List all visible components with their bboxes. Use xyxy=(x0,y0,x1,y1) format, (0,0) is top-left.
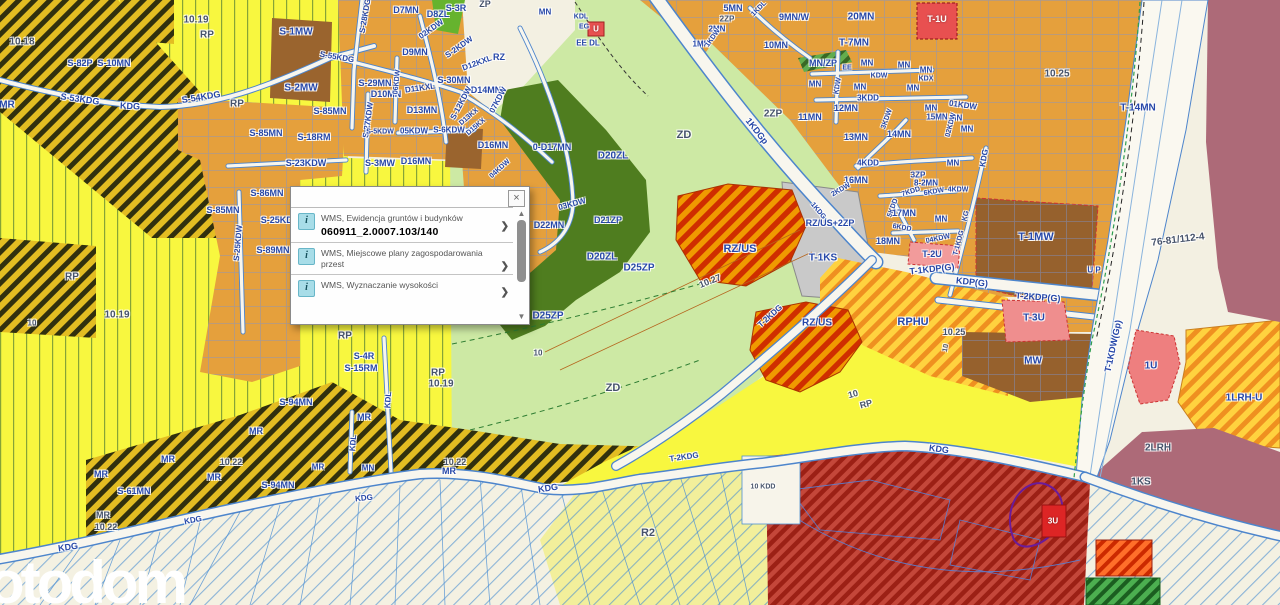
zoning-map-canvas[interactable] xyxy=(0,0,1280,605)
wms-layer-label: WMS, Wyznaczanie wysokości xyxy=(321,280,438,291)
scroll-thumb[interactable] xyxy=(517,220,526,282)
info-icon: i xyxy=(298,248,315,265)
close-icon[interactable]: × xyxy=(508,190,525,207)
wms-layer-row-ewidencja[interactable]: i WMS, Ewidencja gruntów i budynków 0609… xyxy=(291,208,513,243)
wms-layer-row-wysokosci[interactable]: i WMS, Wyznaczanie wysokości ❯ xyxy=(291,275,513,301)
map-viewport[interactable]: 10.1810.19RPS-82PS-10MNS-1MWS-2MWMRS-53K… xyxy=(0,0,1280,605)
zone-hatch-midleft xyxy=(0,238,96,338)
parcel-t1u xyxy=(917,3,957,39)
parcel-u xyxy=(588,22,604,36)
zone-orange-square xyxy=(1096,540,1152,576)
chevron-right-icon[interactable]: ❯ xyxy=(501,221,509,232)
wms-layer-list: i WMS, Ewidencja gruntów i budynków 0609… xyxy=(291,207,513,324)
chevron-right-icon[interactable]: ❯ xyxy=(501,261,509,272)
parcel-id: 060911_2.0007.103/140 xyxy=(321,226,463,238)
row-text: WMS, Miejscowe plany zagospodarowania pr… xyxy=(321,248,497,270)
info-icon: i xyxy=(298,280,315,297)
popup-scrollbar[interactable]: ▲ ▼ xyxy=(515,209,528,321)
wms-layer-label: WMS, Miejscowe plany zagospodarowania pr… xyxy=(321,248,497,270)
scroll-down-icon[interactable]: ▼ xyxy=(515,312,528,321)
chevron-right-icon[interactable]: ❯ xyxy=(501,287,509,298)
wms-layer-label: WMS, Ewidencja gruntów i budynków xyxy=(321,213,463,224)
zone-green-square xyxy=(1086,578,1160,605)
zone-hatch-top-small xyxy=(120,0,174,44)
row-text: WMS, Ewidencja gruntów i budynków 060911… xyxy=(321,213,463,238)
parcel-t2u xyxy=(908,242,960,268)
scroll-up-icon[interactable]: ▲ xyxy=(515,209,528,218)
wms-layer-row-plany[interactable]: i WMS, Miejscowe plany zagospodarowania … xyxy=(291,243,513,275)
info-icon: i xyxy=(298,213,315,230)
parcel-t3u xyxy=(1002,300,1070,342)
row-text: WMS, Wyznaczanie wysokości xyxy=(321,280,438,297)
parcel-3u xyxy=(1042,505,1066,537)
wms-info-popup: × i WMS, Ewidencja gruntów i budynków 06… xyxy=(290,186,530,325)
